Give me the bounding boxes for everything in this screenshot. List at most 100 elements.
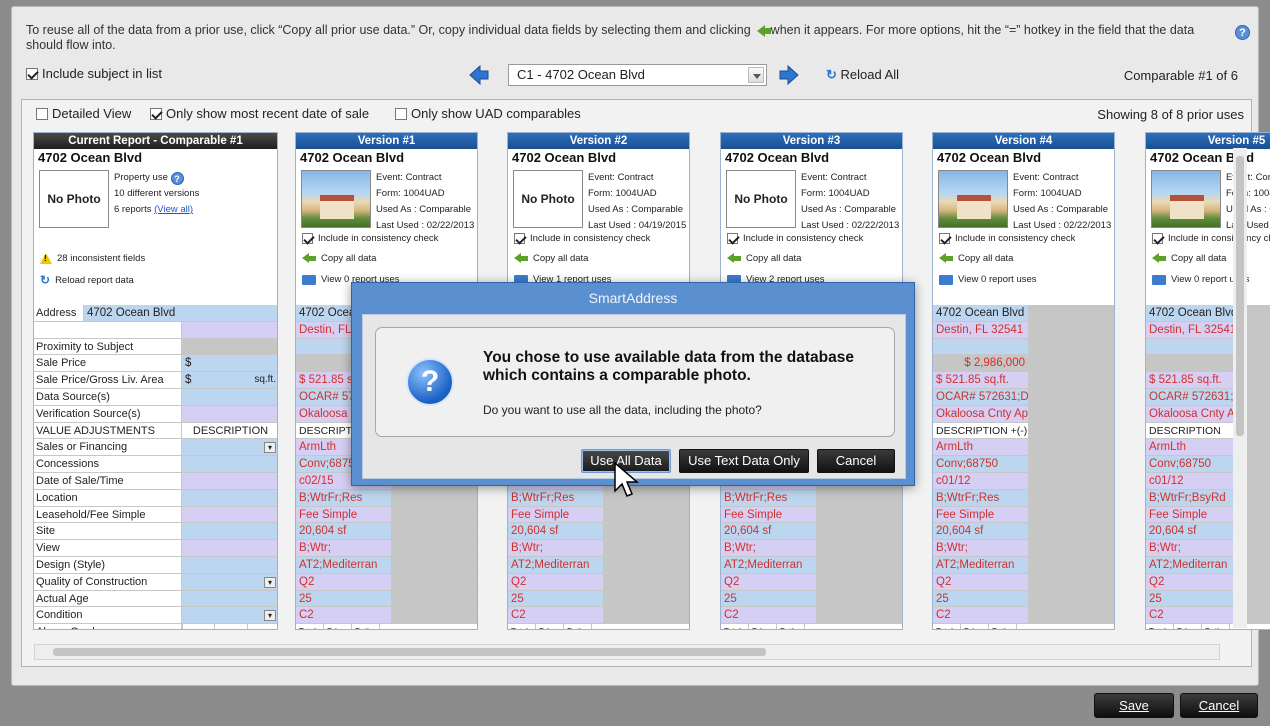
adjustment-cell[interactable] <box>1028 590 1114 607</box>
consistency-check-option[interactable]: Include in consistency check <box>1152 233 1270 244</box>
field-value[interactable] <box>182 472 277 489</box>
version-field-value[interactable]: 4702 Ocean Blvd <box>1146 305 1241 321</box>
version-field-value[interactable]: AT2;Mediterran <box>1146 556 1241 573</box>
version-field-value[interactable]: 4702 Ocean Blvd <box>933 305 1028 321</box>
next-arrow-icon[interactable] <box>778 64 800 86</box>
version-field-value[interactable]: AT2;Mediterran <box>721 556 816 573</box>
adjustment-cell[interactable] <box>391 573 477 590</box>
version-field-value[interactable]: DESCRIPTION <box>1146 423 1241 439</box>
adjustment-cell[interactable] <box>816 607 902 624</box>
help-icon[interactable]: ? <box>1235 25 1250 40</box>
version-field-value[interactable]: Destin, FL 32541 <box>1146 321 1241 338</box>
field-value[interactable] <box>182 405 277 422</box>
include-subject-checkbox[interactable] <box>26 67 38 80</box>
field-value[interactable] <box>182 321 277 338</box>
version-field-value[interactable]: c01/12 <box>1146 472 1241 489</box>
adjustment-cell[interactable] <box>1028 338 1114 355</box>
version-field-value[interactable]: Q2 <box>296 573 391 590</box>
version-field-value[interactable]: C2 <box>296 607 391 624</box>
adjustment-cell[interactable] <box>816 573 902 590</box>
adjustment-cell[interactable] <box>1028 506 1114 523</box>
version-field-value[interactable]: 20,604 sf <box>721 523 816 540</box>
version-field-value[interactable]: B;Wtr; <box>1146 540 1241 556</box>
detailed-view-checkbox[interactable] <box>36 107 48 120</box>
adjustment-cell[interactable] <box>603 506 689 523</box>
adjustment-cell[interactable] <box>1028 422 1114 439</box>
adjustment-cell[interactable] <box>1028 573 1114 590</box>
version-field-value[interactable]: Destin, FL 32541 <box>933 321 1028 338</box>
version-field-value[interactable]: C2 <box>508 607 603 624</box>
horizontal-scrollbar[interactable] <box>34 644 1220 660</box>
field-value[interactable]: $ <box>182 355 277 372</box>
adjustment-cell[interactable] <box>603 556 689 573</box>
adjustment-cell[interactable] <box>816 590 902 607</box>
field-value[interactable]: $ sq.ft. <box>182 372 277 388</box>
most-recent-checkbox[interactable] <box>150 107 162 120</box>
adjustment-cell[interactable] <box>603 607 689 624</box>
version-field-value[interactable]: Q2 <box>721 573 816 590</box>
chevron-down-icon[interactable]: ▾ <box>264 576 276 588</box>
field-value[interactable] <box>182 338 277 355</box>
version-field-value[interactable]: Q2 <box>508 573 603 590</box>
previous-arrow-icon[interactable] <box>468 64 490 86</box>
version-field-value[interactable]: Fee Simple <box>721 506 816 523</box>
consistency-check-option[interactable]: Include in consistency check <box>727 233 863 244</box>
consistency-check-option[interactable]: Include in consistency check <box>302 233 438 244</box>
reload-all-button[interactable]: ↻ Reload All <box>826 67 899 83</box>
version-field-value[interactable]: $ 521.85 sq.ft. <box>1146 372 1241 388</box>
adjustment-cell[interactable] <box>1028 607 1114 624</box>
view-all-link[interactable]: (View all) <box>154 204 193 215</box>
consistency-checkbox[interactable] <box>514 233 525 244</box>
field-value[interactable] <box>182 523 277 540</box>
version-field-value[interactable]: 25 <box>933 590 1028 607</box>
version-field-value[interactable]: B;WtrFr;Res <box>296 489 391 506</box>
version-field-value[interactable]: B;Wtr; <box>296 540 391 556</box>
version-field-value[interactable]: 25 <box>1146 590 1241 607</box>
uad-only-option[interactable]: Only show UAD comparables <box>395 106 581 121</box>
adjustment-cell[interactable] <box>1028 372 1114 388</box>
version-field-value[interactable]: C2 <box>1146 607 1241 624</box>
version-field-value[interactable]: B;Wtr; <box>508 540 603 556</box>
adjustment-cell[interactable] <box>603 573 689 590</box>
version-field-value[interactable]: B;WtrFr;Res <box>933 489 1028 506</box>
adjustment-cell[interactable] <box>1028 405 1114 422</box>
consistency-checkbox[interactable] <box>302 233 313 244</box>
version-field-value[interactable]: B;Wtr; <box>721 540 816 556</box>
version-field-value[interactable] <box>1146 355 1241 372</box>
adjustment-cell[interactable] <box>603 540 689 556</box>
version-field-value[interactable]: OCAR# 572631;DOM 212 <box>933 388 1028 405</box>
version-field-value[interactable]: C2 <box>933 607 1028 624</box>
consistency-check-option[interactable]: Include in consistency check <box>514 233 650 244</box>
adjustment-cell[interactable] <box>391 523 477 540</box>
version-field-value[interactable]: B;WtrFr;BsyRd <box>1146 489 1241 506</box>
version-field-value[interactable]: Fee Simple <box>508 506 603 523</box>
adjustment-cell[interactable] <box>816 540 902 556</box>
cancel-button[interactable]: Cancel <box>1180 693 1258 718</box>
version-field-value[interactable]: 20,604 sf <box>933 523 1028 540</box>
chevron-down-icon[interactable]: ▾ <box>264 610 276 622</box>
vertical-scroll-thumb[interactable] <box>1236 156 1244 436</box>
field-value[interactable]: TotalBdrms.Baths <box>182 624 277 629</box>
adjustment-cell[interactable] <box>1028 540 1114 556</box>
adjustment-cell[interactable] <box>1028 456 1114 472</box>
field-value[interactable]: ▾ <box>182 607 277 624</box>
version-field-value[interactable]: 20,604 sf <box>1146 523 1241 540</box>
adjustment-cell[interactable] <box>1028 388 1114 405</box>
dialog-cancel-button[interactable]: Cancel <box>817 449 895 473</box>
copy-all-data-button[interactable]: Copy all data <box>1152 253 1226 264</box>
adjustment-cell[interactable] <box>1028 472 1114 489</box>
field-value[interactable] <box>182 590 277 607</box>
version-field-value[interactable]: AT2;Mediterran <box>508 556 603 573</box>
question-icon[interactable]: ? <box>170 172 184 185</box>
field-value[interactable]: ▾ <box>182 573 277 590</box>
adjustment-cell[interactable] <box>391 506 477 523</box>
copy-all-data-button[interactable]: Copy all data <box>727 253 801 264</box>
consistency-check-option[interactable]: Include in consistency check <box>939 233 1075 244</box>
version-field-value[interactable]: Fee Simple <box>1146 506 1241 523</box>
version-field-value[interactable]: Fee Simple <box>296 506 391 523</box>
comparable-select[interactable]: C1 - 4702 Ocean Blvd <box>508 64 767 86</box>
adjustment-cell[interactable] <box>1028 305 1114 321</box>
use-text-data-only-button[interactable]: Use Text Data Only <box>679 449 809 473</box>
field-value[interactable] <box>182 388 277 405</box>
version-field-value[interactable]: Okaloosa Cnty Appraiser Record <box>1146 405 1241 422</box>
